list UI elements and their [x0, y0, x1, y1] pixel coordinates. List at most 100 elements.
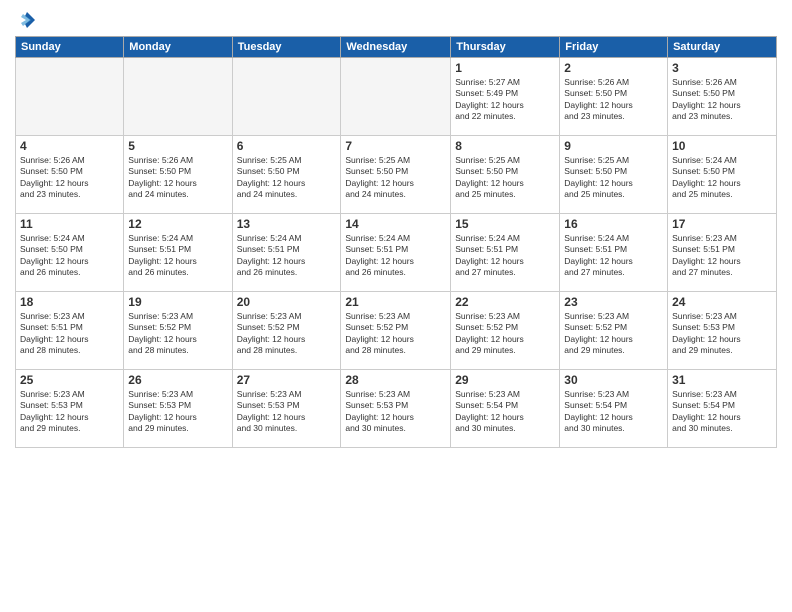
calendar-cell: 9Sunrise: 5:25 AM Sunset: 5:50 PM Daylig… — [560, 136, 668, 214]
day-info: Sunrise: 5:23 AM Sunset: 5:51 PM Dayligh… — [20, 311, 119, 357]
calendar-cell: 20 Sunrise: 5:23 AM Sunset: 5:52 PM Dayli… — [232, 292, 341, 370]
day-number: 19 — [128, 295, 227, 309]
day-number: 29 — [455, 373, 555, 387]
day-info: Sunrise: 5:24 AM Sunset: 5:51 PM Dayligh… — [128, 233, 227, 279]
day-info: Sunrise: 5:23 AM Sunset: 5:53 PM Dayligh… — [345, 389, 446, 435]
day-info: Sunrise: 5:24 AM Sunset: 5:50 PM Dayligh… — [672, 155, 772, 201]
day-info: Sunrise: 5:23 AM Sunset: 5:53 PM Dayligh… — [672, 311, 772, 357]
calendar-cell: 21 Sunrise: 5:23 AM Sunset: 5:52 PM Dayli… — [341, 292, 451, 370]
calendar-cell: 5 Sunrise: 5:26 AM Sunset: 5:50 PM Daylig… — [124, 136, 232, 214]
weekday-header-wednesday: Wednesday — [341, 37, 451, 58]
day-number: 26 — [128, 373, 227, 387]
day-number: 14 — [345, 217, 446, 231]
day-number: 3 — [672, 61, 772, 75]
day-info: Sunrise: 5:27 AM Sunset: 5:49 PM Dayligh… — [455, 77, 555, 123]
week-row-5: 25 Sunrise: 5:23 AM Sunset: 5:53 PM Dayli… — [16, 370, 777, 448]
day-info: Sunrise: 5:25 AM Sunset: 5:50 PM Dayligh… — [455, 155, 555, 201]
day-info: Sunrise: 5:24 AM Sunset: 5:51 PM Dayligh… — [564, 233, 663, 279]
week-row-2: 4 Sunrise: 5:26 AM Sunset: 5:50 PM Daylig… — [16, 136, 777, 214]
calendar-cell: 11 Sunrise: 5:24 AM Sunset: 5:50 PM Dayli… — [16, 214, 124, 292]
calendar-cell: 25 Sunrise: 5:23 AM Sunset: 5:53 PM Dayli… — [16, 370, 124, 448]
day-info: Sunrise: 5:25 AM Sunset: 5:50 PM Dayligh… — [345, 155, 446, 201]
day-number: 15 — [455, 217, 555, 231]
day-number: 18 — [20, 295, 119, 309]
calendar-cell: 27 Sunrise: 5:23 AM Sunset: 5:53 PM Dayli… — [232, 370, 341, 448]
calendar-cell: 2Sunrise: 5:26 AM Sunset: 5:50 PM Daylig… — [560, 58, 668, 136]
calendar-cell: 16 Sunrise: 5:24 AM Sunset: 5:51 PM Dayli… — [560, 214, 668, 292]
logo-area — [15, 10, 37, 30]
day-info: Sunrise: 5:23 AM Sunset: 5:54 PM Dayligh… — [455, 389, 555, 435]
calendar-cell: 10Sunrise: 5:24 AM Sunset: 5:50 PM Dayli… — [668, 136, 777, 214]
day-info: Sunrise: 5:26 AM Sunset: 5:50 PM Dayligh… — [20, 155, 119, 201]
day-number: 21 — [345, 295, 446, 309]
day-number: 22 — [455, 295, 555, 309]
calendar-cell — [124, 58, 232, 136]
weekday-header-tuesday: Tuesday — [232, 37, 341, 58]
day-info: Sunrise: 5:25 AM Sunset: 5:50 PM Dayligh… — [237, 155, 337, 201]
day-number: 2 — [564, 61, 663, 75]
weekday-header-monday: Monday — [124, 37, 232, 58]
calendar-cell: 17Sunrise: 5:23 AM Sunset: 5:51 PM Dayli… — [668, 214, 777, 292]
day-info: Sunrise: 5:24 AM Sunset: 5:51 PM Dayligh… — [345, 233, 446, 279]
weekday-header-friday: Friday — [560, 37, 668, 58]
day-number: 30 — [564, 373, 663, 387]
day-info: Sunrise: 5:24 AM Sunset: 5:50 PM Dayligh… — [20, 233, 119, 279]
page: SundayMondayTuesdayWednesdayThursdayFrid… — [0, 0, 792, 612]
day-number: 20 — [237, 295, 337, 309]
day-info: Sunrise: 5:23 AM Sunset: 5:53 PM Dayligh… — [20, 389, 119, 435]
calendar-cell: 8 Sunrise: 5:25 AM Sunset: 5:50 PM Daylig… — [451, 136, 560, 214]
day-number: 8 — [455, 139, 555, 153]
logo-icon — [17, 10, 37, 30]
calendar-cell: 30 Sunrise: 5:23 AM Sunset: 5:54 PM Dayli… — [560, 370, 668, 448]
day-info: Sunrise: 5:23 AM Sunset: 5:51 PM Dayligh… — [672, 233, 772, 279]
calendar-cell: 6 Sunrise: 5:25 AM Sunset: 5:50 PM Daylig… — [232, 136, 341, 214]
day-number: 25 — [20, 373, 119, 387]
calendar-cell: 23 Sunrise: 5:23 AM Sunset: 5:52 PM Dayli… — [560, 292, 668, 370]
day-info: Sunrise: 5:23 AM Sunset: 5:53 PM Dayligh… — [237, 389, 337, 435]
day-number: 6 — [237, 139, 337, 153]
calendar-cell — [16, 58, 124, 136]
calendar-cell: 14 Sunrise: 5:24 AM Sunset: 5:51 PM Dayli… — [341, 214, 451, 292]
calendar-cell: 22 Sunrise: 5:23 AM Sunset: 5:52 PM Dayli… — [451, 292, 560, 370]
calendar-cell: 31Sunrise: 5:23 AM Sunset: 5:54 PM Dayli… — [668, 370, 777, 448]
day-number: 1 — [455, 61, 555, 75]
day-info: Sunrise: 5:23 AM Sunset: 5:52 PM Dayligh… — [564, 311, 663, 357]
calendar-cell: 18 Sunrise: 5:23 AM Sunset: 5:51 PM Dayli… — [16, 292, 124, 370]
day-number: 12 — [128, 217, 227, 231]
week-row-1: 1 Sunrise: 5:27 AM Sunset: 5:49 PM Daylig… — [16, 58, 777, 136]
weekday-header-saturday: Saturday — [668, 37, 777, 58]
day-number: 7 — [345, 139, 446, 153]
calendar-cell: 15 Sunrise: 5:24 AM Sunset: 5:51 PM Dayli… — [451, 214, 560, 292]
day-info: Sunrise: 5:24 AM Sunset: 5:51 PM Dayligh… — [455, 233, 555, 279]
calendar-cell: 13Sunrise: 5:24 AM Sunset: 5:51 PM Dayli… — [232, 214, 341, 292]
header — [15, 10, 777, 30]
calendar-cell: 12 Sunrise: 5:24 AM Sunset: 5:51 PM Dayli… — [124, 214, 232, 292]
day-info: Sunrise: 5:23 AM Sunset: 5:54 PM Dayligh… — [672, 389, 772, 435]
weekday-header-sunday: Sunday — [16, 37, 124, 58]
day-info: Sunrise: 5:26 AM Sunset: 5:50 PM Dayligh… — [672, 77, 772, 123]
day-number: 13 — [237, 217, 337, 231]
day-info: Sunrise: 5:23 AM Sunset: 5:52 PM Dayligh… — [128, 311, 227, 357]
calendar-cell: 3 Sunrise: 5:26 AM Sunset: 5:50 PM Daylig… — [668, 58, 777, 136]
day-info: Sunrise: 5:25 AM Sunset: 5:50 PM Dayligh… — [564, 155, 663, 201]
day-number: 28 — [345, 373, 446, 387]
week-row-3: 11 Sunrise: 5:24 AM Sunset: 5:50 PM Dayli… — [16, 214, 777, 292]
day-info: Sunrise: 5:23 AM Sunset: 5:52 PM Dayligh… — [345, 311, 446, 357]
day-number: 11 — [20, 217, 119, 231]
day-number: 4 — [20, 139, 119, 153]
weekday-header-thursday: Thursday — [451, 37, 560, 58]
day-info: Sunrise: 5:23 AM Sunset: 5:54 PM Dayligh… — [564, 389, 663, 435]
day-number: 27 — [237, 373, 337, 387]
calendar-cell: 28 Sunrise: 5:23 AM Sunset: 5:53 PM Dayli… — [341, 370, 451, 448]
calendar-cell — [232, 58, 341, 136]
day-info: Sunrise: 5:26 AM Sunset: 5:50 PM Dayligh… — [128, 155, 227, 201]
week-row-4: 18 Sunrise: 5:23 AM Sunset: 5:51 PM Dayli… — [16, 292, 777, 370]
calendar-cell — [341, 58, 451, 136]
day-number: 24 — [672, 295, 772, 309]
day-number: 5 — [128, 139, 227, 153]
day-info: Sunrise: 5:23 AM Sunset: 5:52 PM Dayligh… — [455, 311, 555, 357]
day-info: Sunrise: 5:23 AM Sunset: 5:52 PM Dayligh… — [237, 311, 337, 357]
day-number: 23 — [564, 295, 663, 309]
day-number: 16 — [564, 217, 663, 231]
calendar-cell: 4 Sunrise: 5:26 AM Sunset: 5:50 PM Daylig… — [16, 136, 124, 214]
